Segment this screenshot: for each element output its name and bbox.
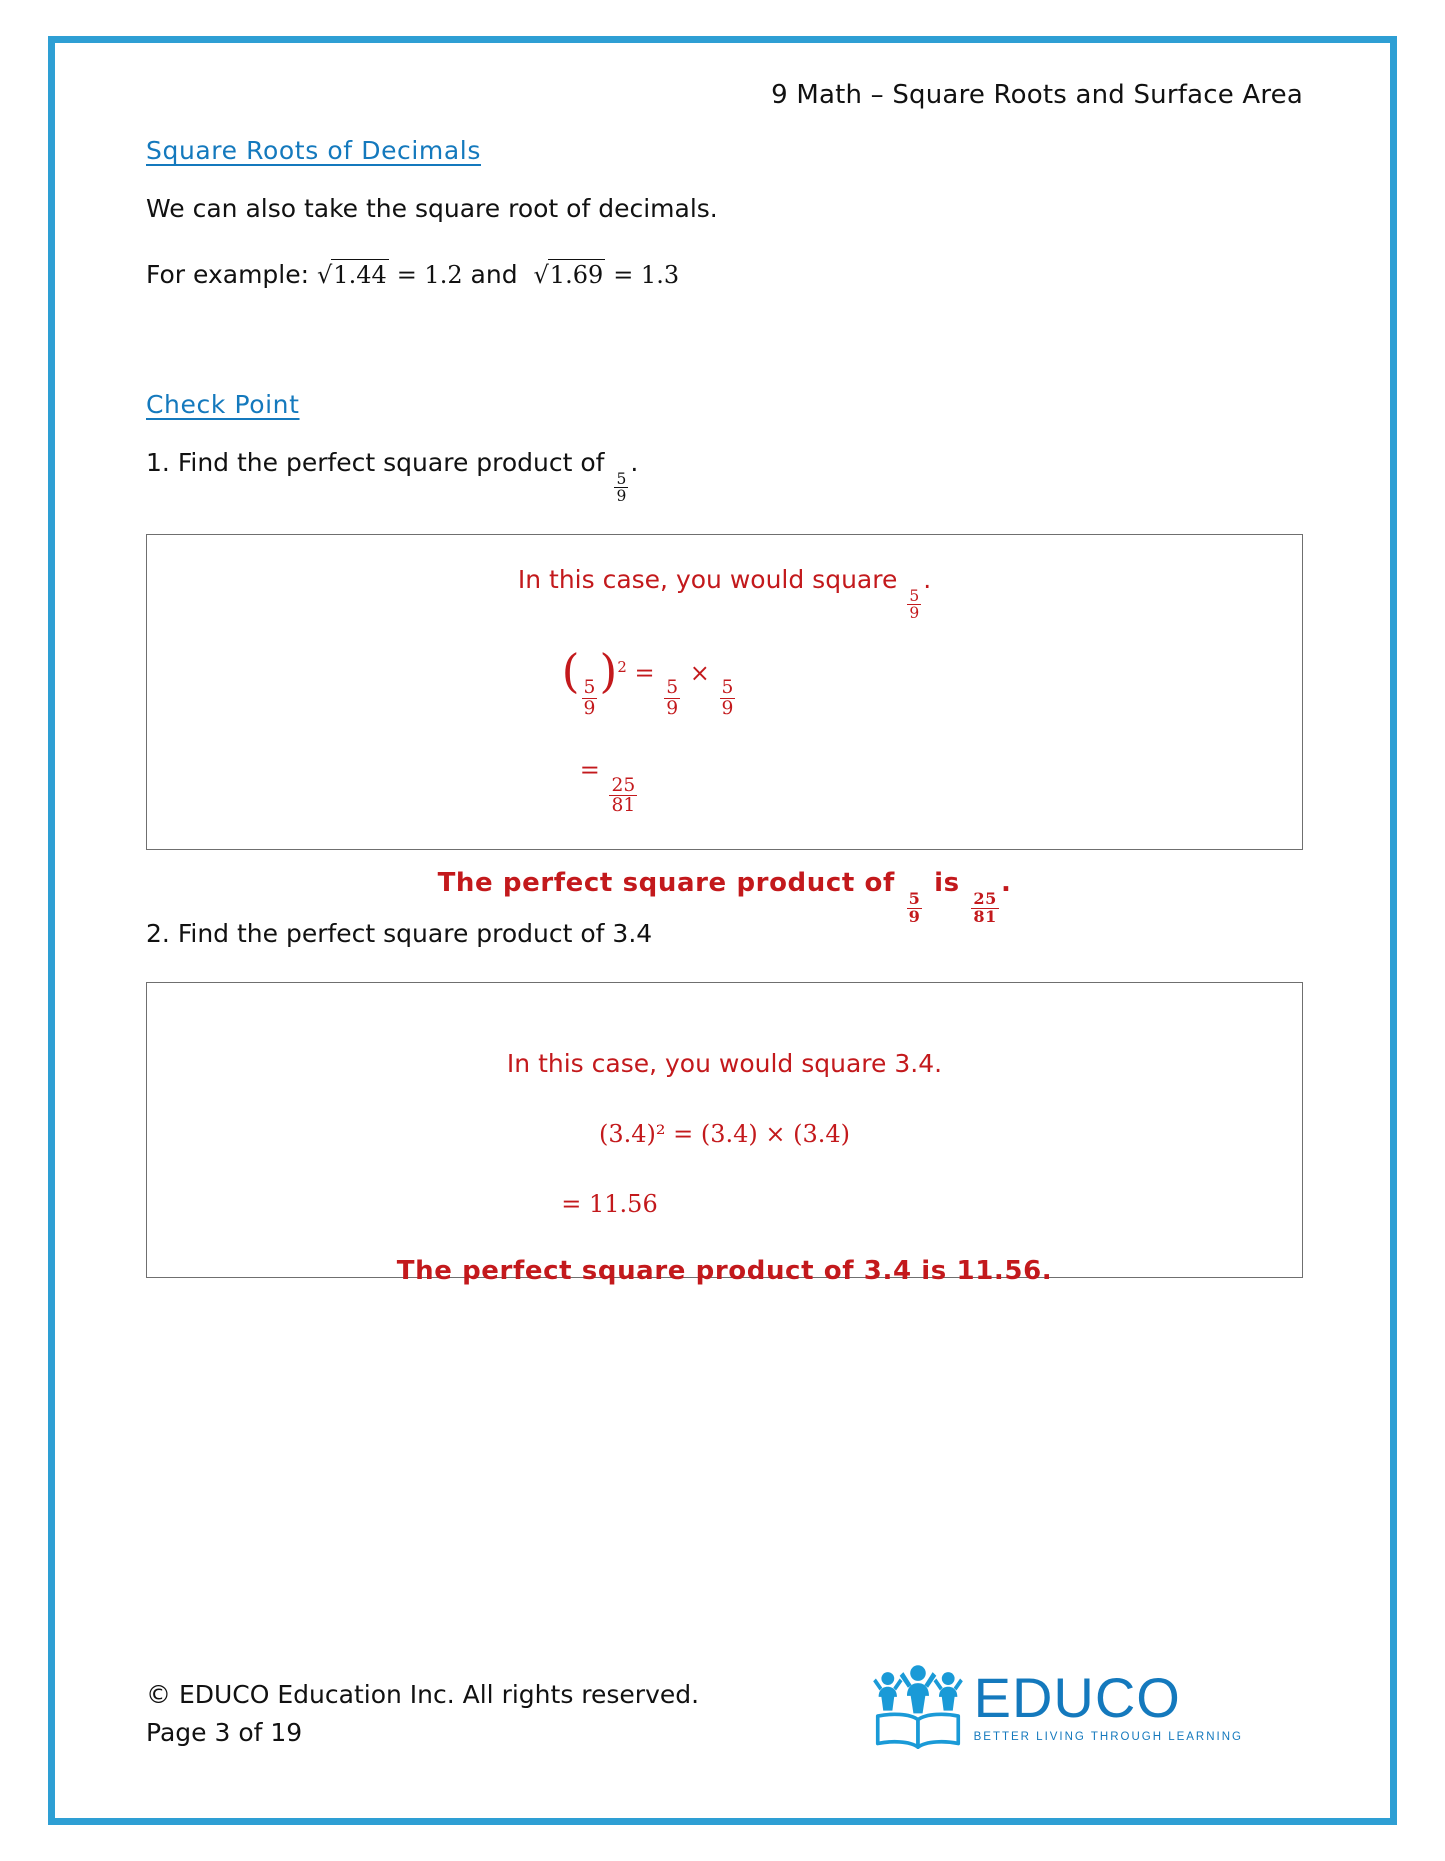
question-1-number: 1. (146, 447, 170, 477)
answer-1-squared-base: ( 5 9 )2 (562, 648, 627, 719)
educo-wordmark: EDUCO (973, 1665, 1181, 1729)
page-content: 9 Math – Square Roots and Surface Area S… (62, 50, 1383, 1811)
answer-1-conclusion-fraction-1: 5 9 (906, 889, 923, 926)
footer-copyright: © EDUCO Education Inc. All rights reserv… (146, 1679, 700, 1709)
fraction-denominator: 9 (581, 697, 598, 719)
answer-1-equals-1: = (634, 658, 655, 687)
answer-1-intro-fraction: 5 9 (907, 586, 922, 622)
footer-text-block: © EDUCO Education Inc. All rights reserv… (146, 1676, 699, 1754)
page-header: 9 Math – Square Roots and Surface Area (62, 50, 1383, 110)
sqrt-expression-2: √1.69 (533, 259, 606, 290)
answer-1-intro: In this case, you would square 5 9 . (167, 561, 1282, 621)
answer-1-factor-1: 5 9 (664, 677, 681, 719)
answer-1-equals-2: = (579, 756, 600, 785)
fraction-denominator: 9 (614, 486, 629, 505)
open-paren: ( (561, 643, 580, 698)
answer-2-intro: In this case, you would square 3.4. (506, 1048, 943, 1078)
question-1-fraction: 5 9 (614, 469, 629, 505)
answer-1-step-1: ( 5 9 )2 = 5 9 × 5 9 (167, 648, 1282, 719)
example-conjunction: and (470, 260, 518, 290)
fraction-numerator: 5 (721, 677, 734, 699)
answer-1-factor-2: 5 9 (719, 677, 736, 719)
document-page: 9 Math – Square Roots and Surface Area S… (0, 0, 1445, 1861)
example-lead: For example: (146, 260, 310, 290)
fraction-denominator: 9 (906, 906, 923, 926)
answer-1-step-2: = 25 81 (167, 752, 1282, 817)
fraction-numerator: 5 (616, 469, 627, 488)
answer-box-2: In this case, you would square 3.4. (3.4… (146, 981, 1303, 1286)
sqrt-result-1: = 1.2 (396, 261, 463, 290)
section-heading-label: Square Roots of Decimals (146, 136, 481, 165)
answer-1-result-fraction: 25 81 (609, 774, 638, 817)
close-paren: ) (599, 643, 618, 698)
sqrt-expression-1: √1.44 (317, 259, 389, 290)
answer-2-step-1: (3.4)² = (3.4) × (3.4) (598, 1120, 851, 1149)
question-2-text: Find the perfect square product of 3.4 (177, 918, 653, 948)
decimals-example-line: For example: √1.44 = 1.2 and √1.69 = 1.3 (146, 257, 1303, 293)
header-title: 9 Math – Square Roots and Surface Area (771, 80, 1303, 110)
question-1-period: . (630, 447, 639, 477)
heading-square-roots-of-decimals: Square Roots of Decimals (146, 136, 1303, 191)
answer-1-conclusion-text-b: is (934, 867, 960, 898)
answer-1-conclusion-fraction-2: 25 81 (971, 889, 999, 926)
fraction-numerator: 5 (908, 889, 921, 909)
fraction-denominator: 9 (664, 697, 681, 719)
fraction-numerator: 25 (973, 889, 997, 909)
answer-2-conclusion: The perfect square product of 3.4 is 11.… (396, 1256, 1053, 1287)
educo-tagline: BETTER LIVING THROUGH LEARNING (973, 1730, 1243, 1743)
heading-check-point: Check Point (146, 390, 1303, 445)
educo-logo: EDUCO BETTER LIVING THROUGH LEARNING (872, 1663, 1303, 1753)
answer-1-base-fraction: 5 9 (581, 677, 598, 719)
fraction-denominator: 81 (971, 906, 999, 926)
document-body: Square Roots of Decimals We can also tak… (62, 110, 1383, 1286)
fraction-numerator: 5 (666, 677, 679, 699)
check-point-heading-label: Check Point (146, 389, 300, 419)
fraction-denominator: 9 (719, 697, 736, 719)
fraction-denominator: 9 (907, 603, 922, 622)
decimals-paragraph: We can also take the square root of deci… (146, 194, 718, 223)
answer-1-intro-period: . (923, 564, 932, 594)
fraction-numerator: 5 (909, 586, 920, 605)
educo-book-person-icon (872, 1663, 964, 1749)
fraction-numerator: 25 (611, 774, 636, 796)
educo-logo-text: EDUCO BETTER LIVING THROUGH LEARNING (973, 1665, 1243, 1743)
sqrt-radicand-2: 1.69 (547, 259, 606, 290)
answer-1-times-sign: × (689, 658, 710, 687)
question-2-number: 2. (146, 918, 170, 948)
question-1: 1. Find the perfect square product of 5 … (146, 445, 1303, 504)
answer-1-conclusion-period: . (1000, 867, 1012, 898)
question-1-text: Find the perfect square product of (177, 447, 605, 477)
page-footer: © EDUCO Education Inc. All rights reserv… (146, 1663, 1303, 1753)
answer-1-intro-text: In this case, you would square (517, 564, 898, 594)
answer-box-1: In this case, you would square 5 9 . ( 5… (146, 533, 1303, 925)
sqrt-radicand-1: 1.44 (331, 259, 389, 290)
fraction-denominator: 81 (609, 795, 638, 817)
sqrt-result-2: = 1.3 (613, 261, 680, 290)
answer-1-exponent: 2 (617, 657, 627, 676)
footer-page-number: Page 3 of 19 (146, 1718, 303, 1748)
fraction-numerator: 5 (583, 677, 596, 699)
answer-2-step-2: = 11.56 (561, 1190, 658, 1219)
answer-1-conclusion-text-a: The perfect square product of (437, 867, 895, 898)
